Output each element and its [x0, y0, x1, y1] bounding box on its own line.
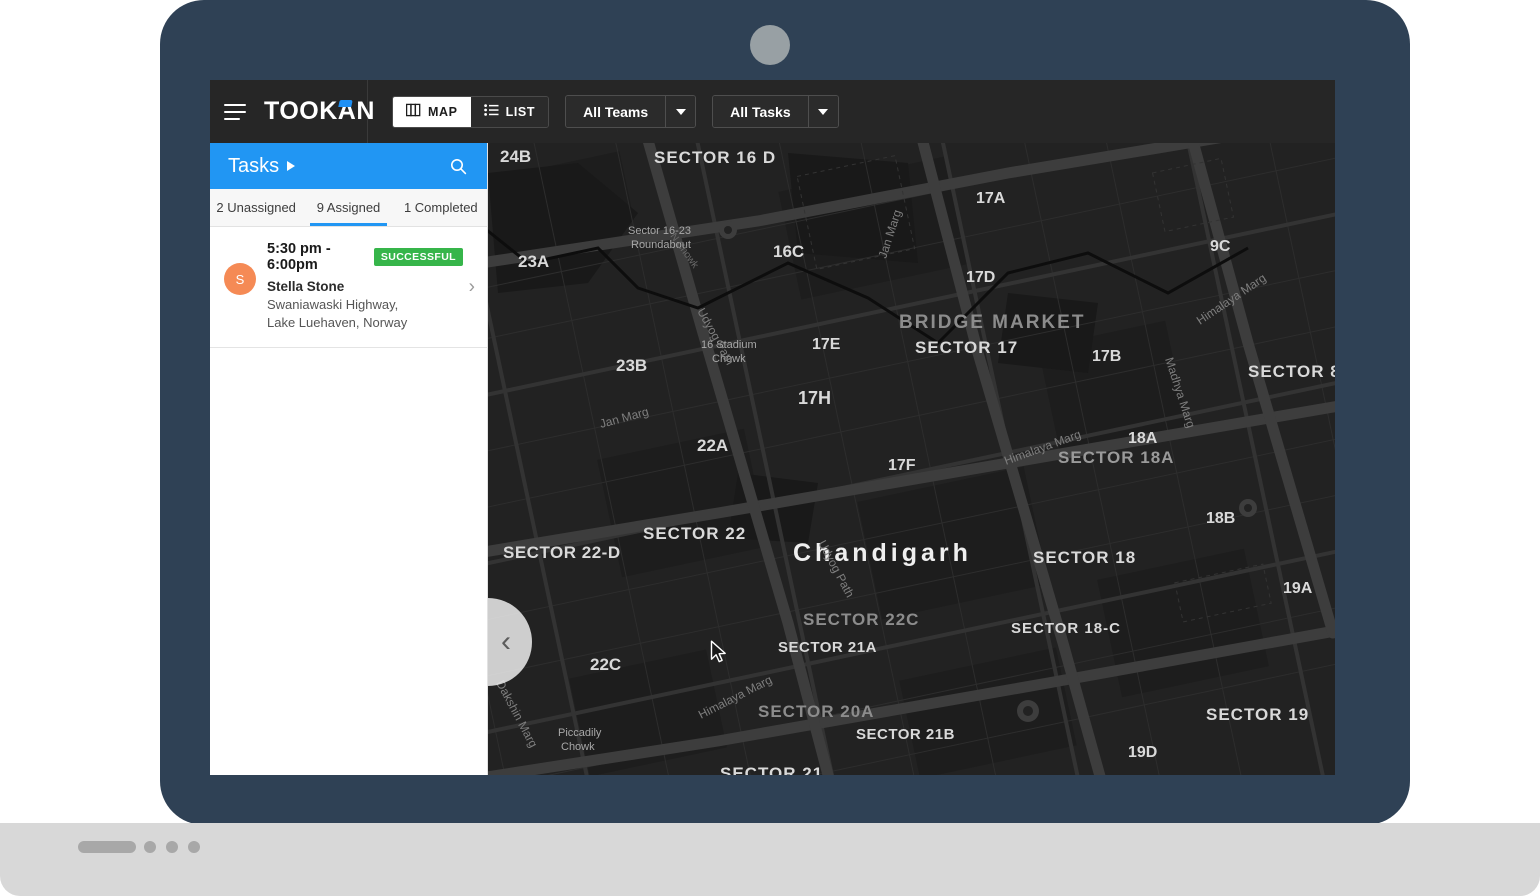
chevron-down-icon — [676, 109, 686, 115]
app-logo[interactable]: TOOKAN — [264, 97, 375, 126]
task-address-line2: Lake Luehaven, Norway — [267, 314, 463, 332]
hamburger-icon[interactable] — [224, 104, 246, 120]
tab-map-view[interactable]: MAP — [393, 97, 471, 127]
map-label: SECTOR 21 — [720, 764, 823, 775]
map-label: SECTOR 18A — [1058, 448, 1174, 467]
map-label: 17D — [966, 269, 995, 286]
base-indicator-dot — [166, 841, 178, 853]
map-label: 16C — [773, 242, 804, 261]
road-label: N Chowk — [668, 231, 701, 271]
chevron-left-icon: ‹ — [501, 627, 511, 657]
map-label: BRIDGE MARKET — [899, 312, 1085, 333]
map-label: SECTOR 21A — [778, 639, 877, 656]
tasks-filter-toggle[interactable] — [808, 96, 838, 127]
logo-accent-letter: A — [338, 97, 357, 126]
tab-completed[interactable]: 1 Completed — [395, 189, 487, 226]
list-icon — [484, 104, 499, 119]
triangle-right-icon — [287, 161, 295, 171]
map-label: 22A — [697, 436, 728, 455]
map-labels: 24B SECTOR 16 D 17A 9C Sector 16-23 Roun… — [488, 143, 1335, 775]
task-customer-name: Stella Stone — [267, 279, 463, 294]
tab-unassigned-label: 2 Unassigned — [216, 200, 296, 215]
avatar: S — [224, 263, 256, 295]
teams-filter-toggle[interactable] — [665, 96, 695, 127]
road-label: Jan Marg — [876, 208, 905, 260]
screen: TOOKAN MAP — [210, 80, 1335, 775]
road-label: Madhya Marg — [1162, 356, 1198, 430]
road-label: Dakshin Marg — [493, 678, 540, 750]
map-label: SECTOR 16 D — [654, 148, 776, 167]
tab-unassigned[interactable]: 2 Unassigned — [210, 189, 302, 226]
task-status-tabs: 2 Unassigned 9 Assigned 1 Completed — [210, 189, 487, 227]
status-badge: SUCCESSFUL — [374, 248, 463, 266]
laptop-camera — [750, 25, 790, 65]
map-label: SECTOR 18 — [1033, 548, 1136, 567]
task-address-line1: Swaniawaski Highway, — [267, 296, 463, 314]
teams-filter-label[interactable]: All Teams — [566, 96, 665, 127]
map-label: SECTOR 22 — [643, 524, 746, 543]
brand-zone: TOOKAN — [210, 80, 368, 143]
chevron-down-icon — [818, 109, 828, 115]
map-label: 23B — [616, 356, 647, 375]
panel-title[interactable]: Tasks — [228, 155, 295, 178]
base-indicator-dot — [144, 841, 156, 853]
panel-title-label: Tasks — [228, 155, 279, 178]
map-label: 9C — [1210, 238, 1231, 255]
tasks-sidebar: Tasks 2 Unassigned 9 Assigned — [210, 143, 488, 775]
view-toggle-group: MAP LIST — [392, 96, 549, 128]
base-indicator-bar — [78, 841, 136, 853]
folded-map-icon — [406, 103, 421, 120]
map-label: 17B — [1092, 348, 1121, 365]
tab-assigned-label: 9 Assigned — [317, 200, 381, 215]
map-label: SECTOR 17 — [915, 338, 1018, 357]
task-header-row: 5:30 pm - 6:00pm SUCCESSFUL — [267, 241, 463, 273]
map-label: 18A — [1128, 430, 1158, 447]
teams-filter-dropdown[interactable]: All Teams — [565, 95, 696, 128]
tab-map-label: MAP — [428, 105, 458, 119]
map-label: 17A — [976, 190, 1006, 207]
map-label: SECTOR 19 — [1206, 705, 1309, 724]
tab-assigned[interactable]: 9 Assigned — [302, 189, 394, 226]
map-label: 22C — [590, 655, 621, 674]
map-label: 17F — [888, 457, 916, 474]
tasks-panel-header: Tasks — [210, 143, 487, 189]
map-label: 18B — [1206, 510, 1235, 527]
tab-completed-label: 1 Completed — [404, 200, 478, 215]
map-label: 24B — [500, 147, 531, 166]
avatar-initial: S — [236, 272, 245, 287]
task-time-range: 5:30 pm - 6:00pm — [267, 241, 374, 273]
tab-list-view[interactable]: LIST — [471, 97, 548, 127]
map-label: 19D — [1128, 744, 1157, 761]
map-label: SECTOR 8 — [1248, 362, 1335, 381]
map-label: SECTOR 21B — [856, 726, 955, 743]
map-label: Sector 16-23 — [628, 225, 691, 237]
chevron-right-icon[interactable]: › — [469, 278, 475, 297]
logo-text-main: TOOK — [264, 97, 338, 126]
map-label: 23A — [518, 252, 549, 271]
map-label: Piccadily — [558, 727, 602, 739]
base-indicator-dot — [188, 841, 200, 853]
laptop-base — [0, 823, 1540, 896]
map-label: SECTOR 18-C — [1011, 620, 1121, 637]
map-canvas[interactable]: 24B SECTOR 16 D 17A 9C Sector 16-23 Roun… — [488, 143, 1335, 775]
map-label: SECTOR 22C — [803, 610, 919, 629]
road-label: Himalaya Marg — [1194, 271, 1269, 328]
map-label: 17H — [798, 388, 831, 408]
map-label: 17E — [812, 336, 841, 353]
search-icon[interactable] — [445, 153, 471, 179]
map-label: SECTOR 22-D — [503, 543, 621, 562]
tasks-filter-label[interactable]: All Tasks — [713, 96, 807, 127]
tasks-filter-dropdown[interactable]: All Tasks — [712, 95, 838, 128]
tab-list-label: LIST — [506, 105, 535, 119]
task-list-item[interactable]: S 5:30 pm - 6:00pm SUCCESSFUL Stella Sto… — [210, 227, 487, 348]
map-label: Chowk — [561, 741, 595, 753]
road-label: Jan Marg — [598, 404, 650, 430]
map-label: 19A — [1283, 580, 1313, 597]
laptop-mockup: TOOKAN MAP — [0, 0, 1540, 896]
map-label: SECTOR 20A — [758, 702, 874, 721]
top-navigation-bar: TOOKAN MAP — [210, 80, 1335, 143]
task-details: 5:30 pm - 6:00pm SUCCESSFUL Stella Stone… — [256, 241, 473, 331]
toolbar: MAP LIST — [368, 95, 839, 128]
